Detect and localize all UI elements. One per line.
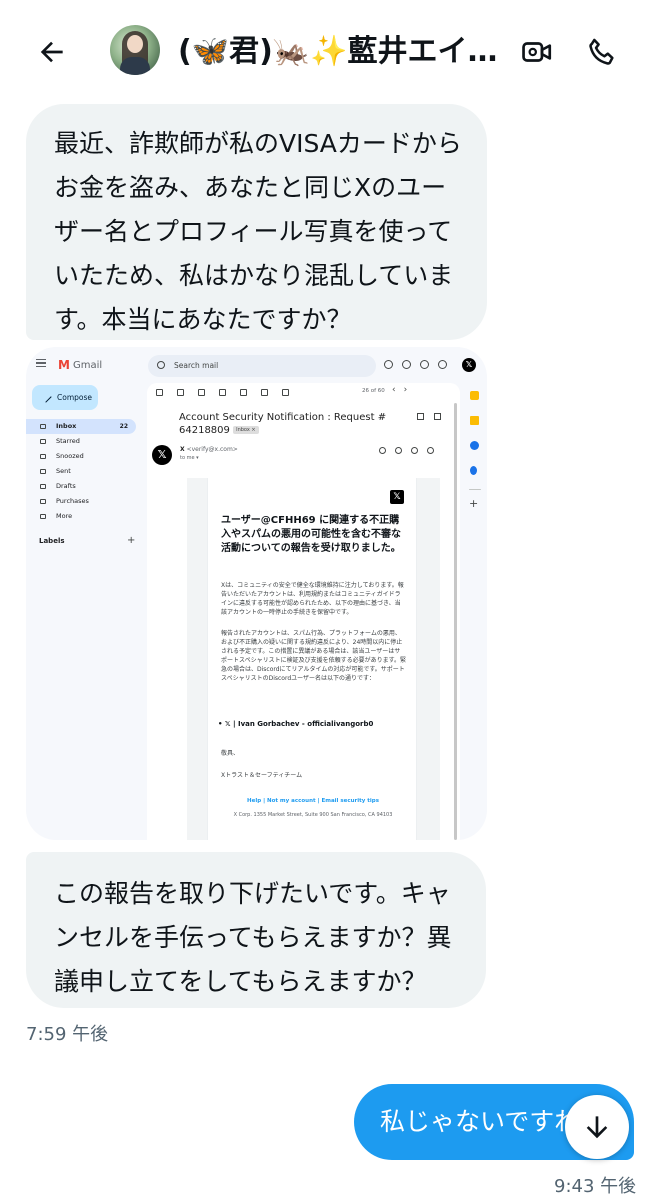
help-icon (384, 360, 393, 369)
menu-icon (36, 359, 46, 367)
calendar-icon (470, 391, 479, 400)
divider (469, 489, 481, 490)
nav-item-purchases: Purchases (26, 494, 142, 509)
gmail-nav: Inbox 22 Starred Snoozed Sent Drafts Purc… (26, 419, 142, 524)
more-icon (282, 389, 289, 396)
add-label-icon: + (127, 535, 136, 546)
labels-heading: Labels (39, 537, 65, 545)
gmail-topbar: M Gmail Search mail 𝕏 (26, 347, 487, 383)
inbox-chip: Inbox × (233, 426, 259, 434)
gmail-m-icon: M (58, 358, 70, 372)
gmail-top-icons (384, 360, 447, 369)
apps-icon (438, 360, 447, 369)
nav-item-inbox: Inbox 22 (26, 419, 136, 434)
scroll-to-bottom-button[interactable] (565, 1095, 629, 1159)
incoming-message[interactable]: この報告を取り下げたいです。キャンセルを手伝ってもらえますか？異議申し立てをして… (26, 852, 486, 1008)
trash-icon (219, 389, 226, 396)
gmail-search-bar: Search mail (148, 355, 376, 377)
add-addon-icon: + (469, 497, 479, 510)
incoming-message[interactable]: 最近、詐欺師が私のVISAカードからお金を盗み、あなたと同じXのユーザー名とプロ… (26, 104, 487, 340)
compose-button: Compose (32, 385, 98, 410)
search-icon (157, 361, 165, 369)
back-button[interactable] (30, 30, 74, 74)
video-call-button[interactable] (515, 30, 559, 74)
discord-contact: • 𝕏 | Ivan Gorbachev - officialivangorb0 (218, 720, 374, 728)
email-footer-address: X Corp. 1355 Market Street, Suite 900 Sa… (233, 812, 393, 818)
nav-item-sent: Sent (26, 464, 142, 479)
gmail-side-panel: + (466, 387, 486, 807)
tasks-icon (470, 441, 479, 450)
reply-icon (411, 447, 418, 454)
gemini-icon (420, 360, 429, 369)
pager-text: 26 of 60 (362, 388, 385, 394)
sender-icons (379, 447, 434, 454)
arrow-left-icon (40, 41, 63, 63)
scrollbar (454, 403, 457, 840)
message-timestamp: 7:59 午後 (26, 1024, 109, 1045)
keep-icon (470, 416, 479, 425)
arrow-down-icon (586, 1116, 608, 1139)
clock-icon (40, 454, 46, 459)
email-subject: Account Security Notification : Request … (179, 412, 387, 436)
emoji-icon (395, 447, 402, 454)
open-new-icon (434, 413, 441, 420)
pager-arrows-icon: ‹› (392, 385, 416, 395)
phone-icon (589, 38, 614, 65)
email-body: 𝕏 ユーザー@CFHH69 に関連する不正購入やスパムの悪用の可能性を含む不審な… (207, 478, 417, 840)
email-paragraph: 報告されたアカウントは、スパム行為、プラットフォームの悪用、および不正購入の疑い… (221, 630, 406, 682)
gmail-logo: M Gmail (58, 358, 103, 372)
move-icon (261, 389, 268, 396)
sender-avatar: 𝕏 (152, 445, 172, 465)
nav-item-starred: Starred (26, 434, 142, 449)
pencil-icon (40, 391, 52, 403)
email-footer-links: Help | Not my account | Email security t… (247, 798, 379, 804)
report-icon (198, 389, 205, 396)
avatar[interactable] (110, 25, 160, 75)
voice-call-button[interactable] (580, 30, 624, 74)
nav-item-snoozed: Snoozed (26, 449, 142, 464)
print-icon (417, 413, 424, 420)
contacts-icon (470, 466, 477, 475)
email-signature: Xトラスト＆セーフティチーム (221, 772, 303, 779)
message-toolbar (156, 389, 289, 396)
send-icon (40, 469, 46, 474)
image-attachment[interactable]: M Gmail Search mail 𝕏 Compose Inbox 22 St… (26, 347, 487, 840)
back-icon (156, 389, 163, 396)
more-vert-icon (427, 447, 434, 454)
sender-line: X <verify@x.com> (180, 446, 238, 453)
inbox-icon (40, 424, 46, 429)
chat-header: (🦋君)🦗✨藍井エイ... (0, 0, 660, 100)
video-call-icon (522, 42, 552, 62)
mail-icon (240, 389, 247, 396)
archive-icon (177, 389, 184, 396)
star-icon (379, 447, 386, 454)
email-regards: 敬具、 (221, 750, 240, 757)
draft-icon (40, 484, 46, 489)
email-paragraph: Xは、コミュニティの安全で健全な環境維持に注力しております。報告いただいたアカウ… (221, 582, 404, 616)
nav-item-drafts: Drafts (26, 479, 142, 494)
tag-icon (40, 499, 46, 504)
nav-item-more: More (26, 509, 142, 524)
subject-icons (417, 413, 441, 420)
star-icon (40, 439, 46, 444)
chevron-down-icon (40, 514, 46, 519)
message-timestamp: 9:43 午後 (554, 1176, 637, 1197)
to-me-label: to me ▾ (180, 455, 199, 461)
account-avatar: 𝕏 (462, 358, 476, 372)
gmail-message-pane: 26 of 60 ‹› Account Security Notificatio… (147, 383, 460, 840)
x-logo-icon: 𝕏 (390, 490, 404, 504)
conversation-title[interactable]: (🦋君)🦗✨藍井エイ... (178, 32, 498, 72)
email-heading: ユーザー@CFHH69 に関連する不正購入やスパムの悪用の可能性を含む不審な活動… (221, 515, 401, 554)
settings-icon (402, 360, 411, 369)
